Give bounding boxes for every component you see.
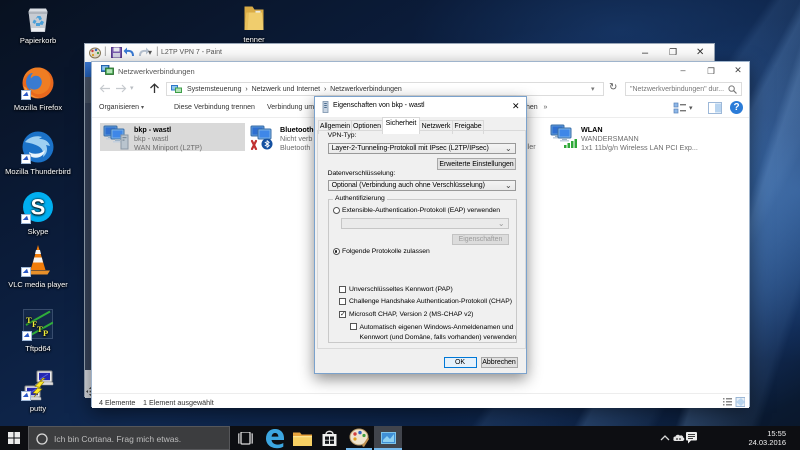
svg-text:P: P xyxy=(43,328,48,338)
svg-text:S: S xyxy=(31,195,46,220)
